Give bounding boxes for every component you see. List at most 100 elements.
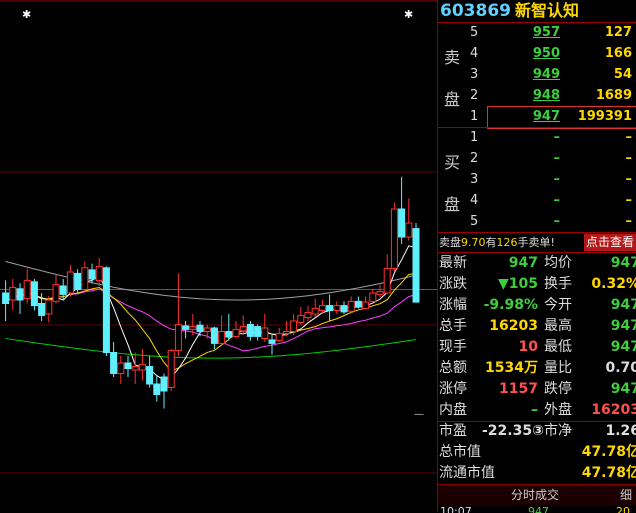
quote-label: 最低 <box>544 339 572 355</box>
candle-body <box>9 286 17 301</box>
candle <box>174 273 182 356</box>
candle-body <box>218 331 226 344</box>
candle-body <box>254 326 262 337</box>
candle-body <box>246 324 254 337</box>
candle <box>369 288 377 303</box>
level: 2 <box>470 88 479 103</box>
buy-label-1: 买 <box>444 153 461 172</box>
quote-row: 内盘 – 外盘 16203 <box>438 400 636 421</box>
candle-body <box>88 269 96 280</box>
sell-row-3[interactable]: 3 949 54 <box>460 64 636 85</box>
ma20-line <box>5 288 417 352</box>
candle-body <box>16 288 24 301</box>
price[interactable]: – <box>506 127 561 148</box>
buy-row-3[interactable]: 3 – – <box>460 169 636 190</box>
level: 2 <box>470 151 479 166</box>
candle-body <box>131 366 139 371</box>
candle <box>290 314 298 335</box>
candle-body <box>52 284 60 302</box>
candle-body <box>196 324 204 333</box>
quote-label: 今开 <box>544 297 572 313</box>
quote-value: 947 <box>508 255 538 271</box>
quote-value: 1157 <box>499 381 538 397</box>
quote-row: 流通市值 47.78亿 <box>438 463 636 484</box>
candle <box>398 176 406 244</box>
candle-body <box>45 299 53 315</box>
tab-trade-ticks[interactable]: 分时成交 <box>484 485 586 505</box>
candle-body <box>59 285 67 295</box>
candle <box>376 284 384 298</box>
quote-value: 47.78亿 <box>581 465 636 481</box>
candle-body <box>102 267 110 353</box>
candle-body <box>369 292 377 302</box>
volume: 1689 <box>595 88 632 103</box>
quote-value: – <box>531 402 538 418</box>
quote-label: 总手 <box>439 318 467 334</box>
candle <box>153 375 161 402</box>
sell-row-5[interactable]: 5 957 127 <box>460 22 636 43</box>
candle-body <box>282 331 290 335</box>
volume: 127 <box>604 25 632 40</box>
candle-body <box>23 279 31 300</box>
candle-body <box>203 327 211 332</box>
candle-body <box>362 301 370 309</box>
candle-body <box>153 383 161 395</box>
stock-code: 603869 <box>440 1 511 21</box>
candle <box>333 301 341 314</box>
price[interactable]: – <box>506 190 561 211</box>
sell-row-4[interactable]: 4 950 166 <box>460 43 636 64</box>
quote-label: 市盈 <box>439 423 467 439</box>
buy-row-5[interactable]: 5 – – <box>460 211 636 232</box>
candle-body <box>124 362 132 370</box>
candle-body <box>210 327 218 344</box>
kline-chart[interactable]: ✱ ✱ — <box>0 0 437 512</box>
price[interactable]: – <box>506 211 561 232</box>
quote-value: 947 <box>610 297 636 313</box>
quote-label: 总额 <box>439 360 467 376</box>
sell-row-2[interactable]: 2 948 1689 +1 <box>460 85 636 106</box>
candle <box>16 283 24 314</box>
quote-label: 涨幅 <box>439 297 467 313</box>
price[interactable]: – <box>506 169 561 190</box>
level: 4 <box>470 193 479 208</box>
candle <box>131 352 139 384</box>
quote-value: 947 <box>610 318 636 334</box>
candle <box>52 274 60 304</box>
quote-panel: 603869 新智认知 卖 盘 5 957 127 4 950 166 3 949… <box>437 0 636 513</box>
candle <box>66 265 74 297</box>
price[interactable]: 950 <box>506 43 560 64</box>
buy-row-2[interactable]: 2 – – <box>460 148 636 169</box>
price[interactable]: 948 <box>506 85 560 106</box>
quote-label: 均价 <box>544 255 572 271</box>
price[interactable]: 949 <box>506 64 560 85</box>
quote-label: 外盘 <box>544 402 572 418</box>
price[interactable]: 957 <box>506 22 560 43</box>
candle <box>232 321 240 339</box>
level: 3 <box>470 172 479 187</box>
candle <box>124 356 132 377</box>
candle <box>246 321 254 341</box>
quote-row: 涨幅 -9.98% 今开 947 <box>438 295 636 316</box>
candle-body <box>318 305 326 312</box>
buy-row-4[interactable]: 4 – – <box>460 190 636 211</box>
level: 1 <box>470 130 479 145</box>
quote-label: 换手 <box>544 276 572 292</box>
candle <box>9 279 17 311</box>
price[interactable]: – <box>506 148 561 169</box>
candle-body <box>326 305 334 312</box>
candle-body <box>268 339 276 344</box>
candle-body <box>182 325 190 330</box>
tab-detail[interactable]: 细 <box>616 485 636 505</box>
candle-body <box>160 376 168 392</box>
view-alert-button[interactable]: 点击查看 <box>583 234 636 251</box>
alert-text: 卖盘9.70有126手卖单! <box>439 236 555 249</box>
quote-label: 最新 <box>439 255 467 271</box>
quote-value: ▼105 <box>498 276 538 292</box>
candle-body <box>189 326 197 330</box>
quote-value: 10 <box>518 339 538 355</box>
candle-body <box>333 305 341 312</box>
quote-label: 市净 <box>544 423 572 439</box>
candle-body <box>167 349 175 388</box>
buy-row-1[interactable]: 1 – – <box>460 127 636 148</box>
quote-value: 0.70 <box>605 360 636 376</box>
